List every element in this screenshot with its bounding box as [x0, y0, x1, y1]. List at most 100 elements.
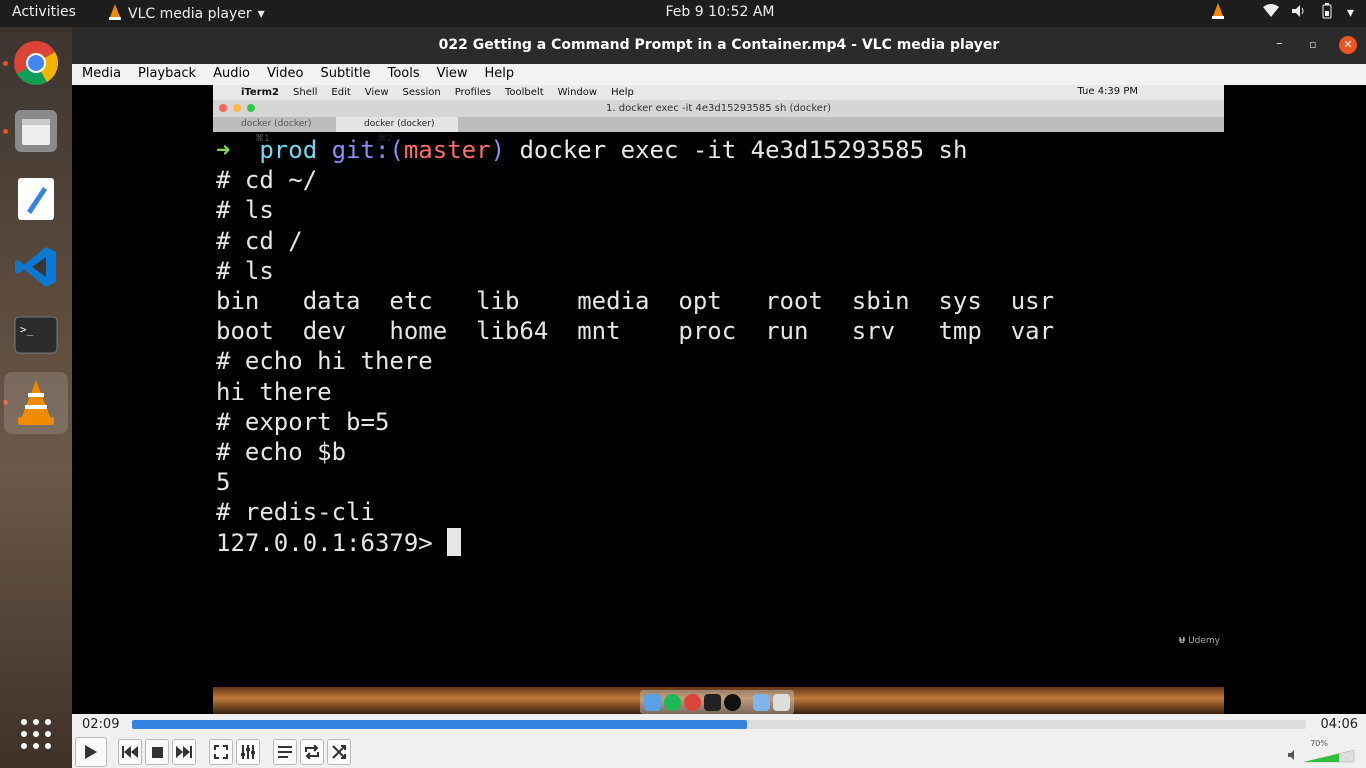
terminal-line: bin data etc lib media opt root sbin sys… [216, 287, 1055, 316]
finder-icon [644, 693, 661, 711]
command-text: docker exec -it 4e3d15293585 sh [519, 136, 968, 164]
menu-tools[interactable]: Tools [378, 64, 427, 85]
mac-menu-item: Toolbelt [505, 87, 544, 98]
terminal-line: # ls [216, 196, 274, 225]
files-icon[interactable] [9, 104, 63, 158]
terminal-line: # ls [216, 256, 274, 285]
chrome-icon[interactable] [9, 36, 63, 90]
mac-menu-item: Shell [293, 87, 318, 98]
mac-menu-item: Window [557, 87, 598, 98]
volume-control[interactable]: 70% [1288, 739, 1356, 764]
vlc-icon[interactable] [4, 372, 68, 434]
tab-label: docker (docker) [241, 119, 312, 129]
top-bar: Activities VLC media player ▾ Feb 9 10:5… [0, 0, 1366, 27]
terminal-line: # cd ~/ [216, 166, 318, 195]
menu-bar: Media Playback Audio Video Subtitle Tool… [72, 64, 1366, 85]
iterm-titlebar: 1. docker exec -it 4e3d15293585 sh (dock… [213, 100, 1224, 117]
terminal-line: boot dev home lib64 mnt proc run srv tmp… [216, 317, 1055, 346]
menu-audio[interactable]: Audio [203, 64, 257, 85]
prompt-arrow: ➜ [216, 136, 231, 164]
battery-icon [1319, 3, 1335, 23]
clock[interactable]: Feb 9 10:52 AM [0, 4, 1366, 20]
text-editor-icon[interactable] [9, 172, 63, 226]
close-button[interactable]: ✕ [1339, 36, 1357, 54]
shuffle-icon [332, 745, 346, 759]
chrome-icon [684, 693, 701, 711]
git-suffix: ) [490, 136, 506, 164]
udemy-logo-icon: ᵾ [1178, 633, 1186, 646]
dock: >_ [0, 27, 72, 768]
dock-separator [744, 694, 750, 711]
terminal-icon[interactable]: >_ [9, 308, 63, 362]
svg-text:>_: >_ [20, 323, 34, 336]
extended-settings-button[interactable] [236, 739, 260, 765]
minimize-dot [233, 104, 241, 112]
mac-app-name: iTerm2 [241, 87, 280, 98]
iterm-tab-2: docker (docker) ⌘2 [336, 117, 458, 144]
show-apps-icon[interactable] [9, 707, 63, 761]
fullscreen-button[interactable] [209, 739, 233, 765]
terminal-cursor [447, 527, 462, 556]
menu-playback[interactable]: Playback [128, 64, 203, 85]
previous-button[interactable] [118, 739, 142, 765]
menu-view[interactable]: View [427, 64, 475, 85]
terminal-line: hi there [216, 377, 332, 406]
playlist-icon [278, 746, 292, 758]
menu-video[interactable]: Video [257, 64, 310, 85]
git-prefix: git:( [331, 136, 404, 164]
mac-clock: Tue 4:39 PM [1077, 86, 1138, 97]
redis-prompt: 127.0.0.1:6379> [216, 528, 448, 557]
volume-percent: 70% [1310, 739, 1328, 748]
terminal-line: # redis-cli [216, 498, 375, 527]
iterm-icon [704, 693, 721, 711]
loop-button[interactable] [300, 739, 324, 765]
terminal-output: ➜ prod git:(master) docker exec -it 4e3d… [216, 135, 1054, 558]
trash-icon [773, 693, 790, 711]
next-button[interactable] [172, 739, 196, 765]
minimize-button[interactable]: – [1276, 36, 1283, 51]
maximize-button[interactable]: ▫ [1309, 38, 1316, 51]
seek-bar[interactable] [132, 720, 1306, 729]
playlist-button[interactable] [273, 739, 297, 765]
total-time[interactable]: 04:06 [1321, 717, 1358, 732]
chevron-down-icon: ▾ [1346, 5, 1354, 21]
seek-row: 02:09 04:06 [72, 714, 1366, 736]
redis-prompt-line: 127.0.0.1:6379> [216, 527, 1054, 558]
udemy-watermark: ᵾ Udemy [1179, 633, 1220, 646]
mac-menu-item: Help [611, 87, 634, 98]
mac-menu-bar: iTerm2 Shell Edit View Session Profiles … [213, 85, 1224, 100]
playback-controls: 70% [72, 736, 1366, 768]
wifi-icon [1262, 4, 1279, 22]
mac-dock-tray [640, 690, 794, 714]
mac-menu-item: Edit [331, 87, 351, 98]
tab-label: docker (docker) [364, 119, 435, 129]
menu-subtitle[interactable]: Subtitle [310, 64, 377, 85]
mac-dock [213, 687, 1224, 715]
menu-help[interactable]: Help [475, 64, 522, 85]
iterm-title: 1. docker exec -it 4e3d15293585 sh (dock… [606, 103, 831, 114]
terminal-line: 5 [216, 468, 231, 497]
play-button[interactable] [75, 737, 107, 767]
system-tray[interactable]: ▾ [1211, 3, 1354, 23]
previous-icon [122, 746, 138, 758]
seek-bar-fill [132, 720, 748, 729]
mac-menu-item: Profiles [454, 87, 491, 98]
video-area[interactable]: iTerm2 Shell Edit View Session Profiles … [72, 85, 1366, 743]
play-icon [85, 745, 97, 759]
next-icon [176, 746, 192, 758]
shuffle-button[interactable] [327, 739, 351, 765]
terminal-line: # export b=5 [216, 407, 390, 436]
vlc-window: 022 Getting a Command Prompt in a Contai… [72, 27, 1366, 768]
vscode-icon[interactable] [9, 240, 63, 294]
iterm-tabs: docker (docker) ⌘1 docker (docker) ⌘2 [213, 117, 1224, 144]
window-titlebar[interactable]: 022 Getting a Command Prompt in a Contai… [72, 27, 1366, 64]
git-branch: master [403, 136, 491, 164]
fullscreen-icon [214, 745, 228, 759]
stop-icon [151, 746, 163, 758]
speaker-icon [1288, 750, 1294, 760]
iterm-tab-1: docker (docker) ⌘1 [213, 117, 335, 144]
menu-media[interactable]: Media [72, 64, 128, 85]
close-dot [219, 104, 227, 112]
vlc-tray-icon[interactable] [1211, 3, 1225, 23]
stop-button[interactable] [145, 739, 169, 765]
